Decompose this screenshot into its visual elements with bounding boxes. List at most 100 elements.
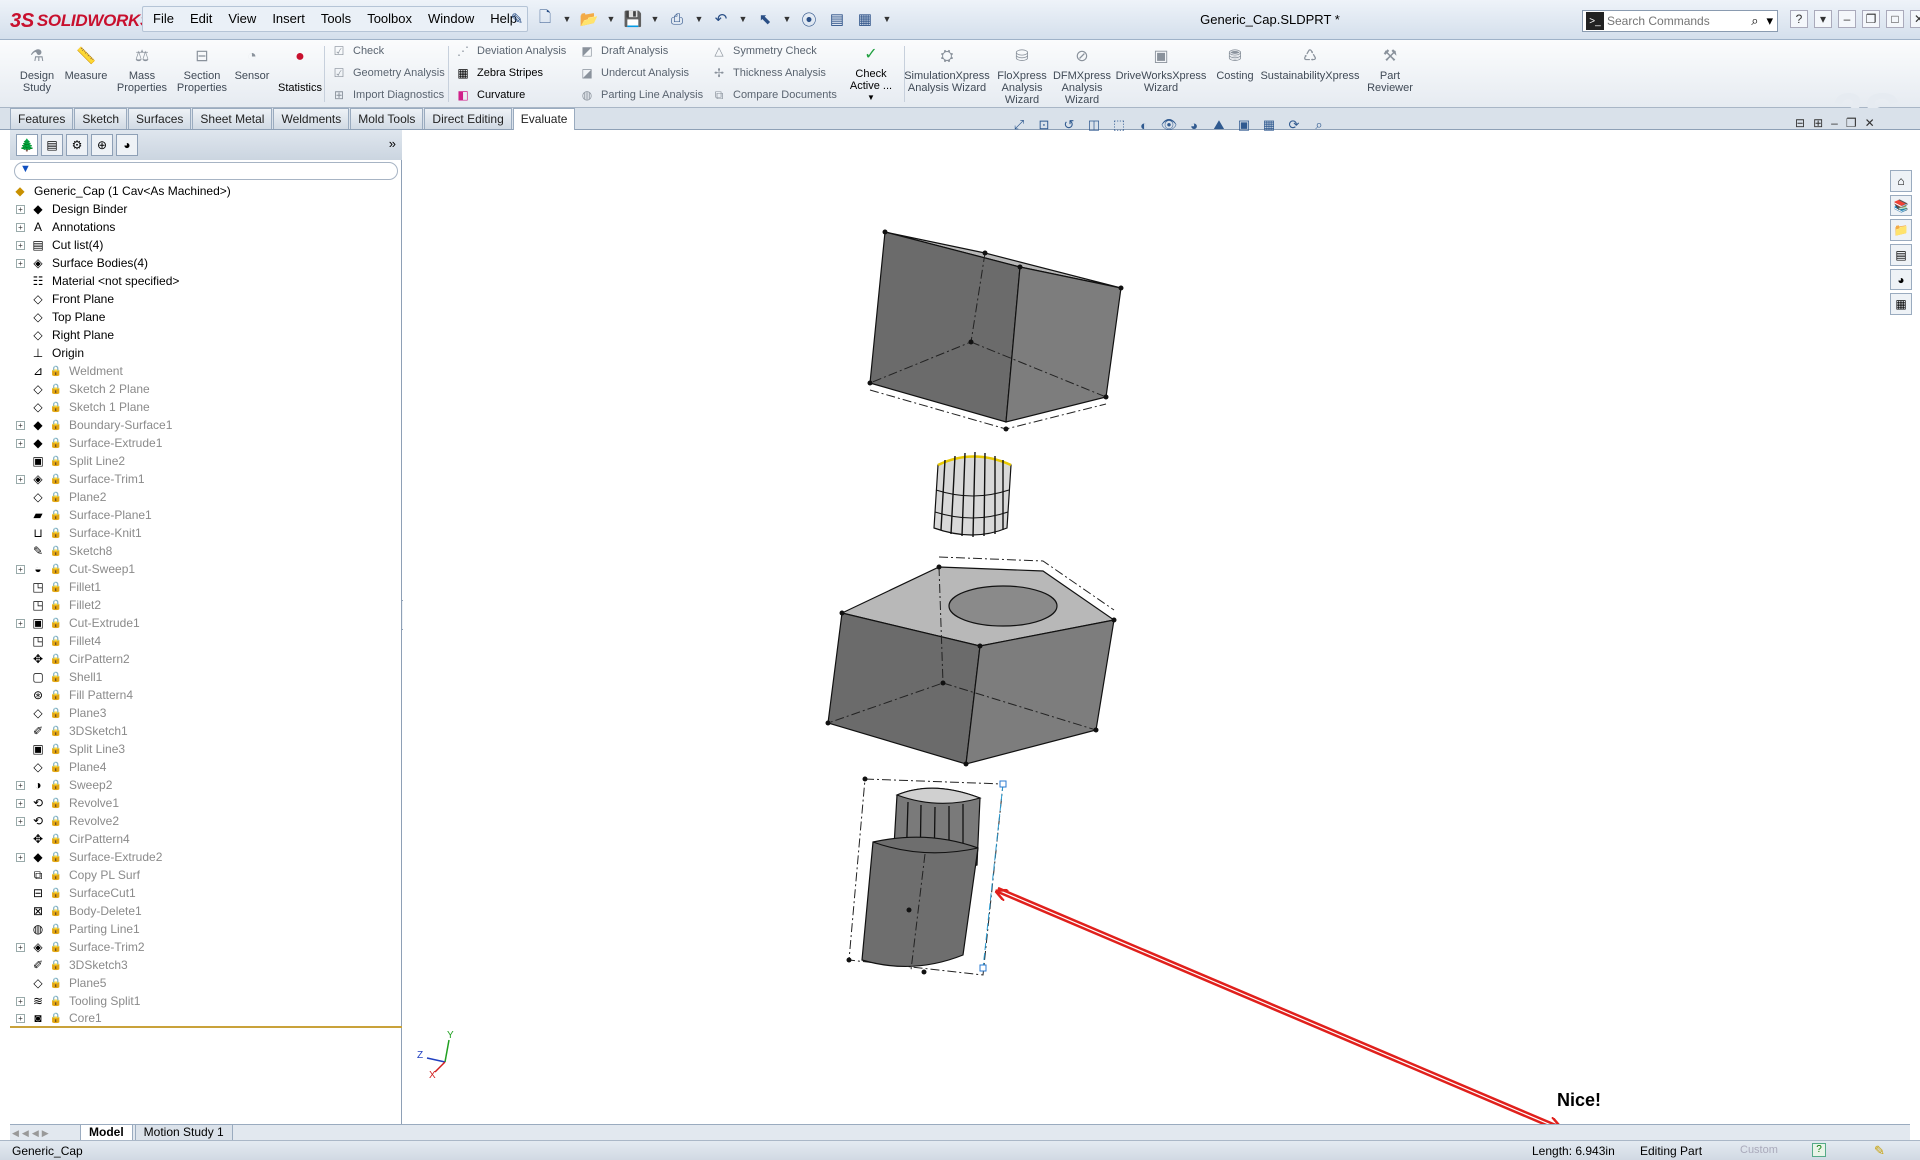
bottom-tab-motion-study-1[interactable]: Motion Study 1 xyxy=(134,1124,233,1140)
tab-weldments[interactable]: Weldments xyxy=(273,108,350,129)
bottom-tab-model[interactable]: Model xyxy=(80,1124,133,1140)
zoom-to-area-icon[interactable]: ⊡ xyxy=(1035,116,1053,134)
tree-item-cut-extrude1[interactable]: + ▣ 🔒 Cut-Extrude1 xyxy=(10,614,402,632)
core-pin[interactable] xyxy=(846,776,1007,976)
tab-sketch[interactable]: Sketch xyxy=(74,108,128,129)
apply-scene-icon[interactable]: ⛰ xyxy=(1210,116,1228,134)
open-folder-icon[interactable]: 📂 xyxy=(578,8,600,30)
parting-line-analysis-button[interactable]: ◍ Parting Line Analysis xyxy=(578,85,703,105)
undo-icon[interactable]: ↶ xyxy=(710,8,732,30)
expand-icon[interactable]: + xyxy=(16,222,25,232)
tree-item-fill-pattern4[interactable]: ⊛ 🔒 Fill Pattern4 xyxy=(10,686,402,704)
tree-item-material-not-specified[interactable]: ☷ Material <not specified> xyxy=(10,272,402,290)
tree-item-plane5[interactable]: ◇ 🔒 Plane5 xyxy=(10,974,402,992)
save-icon[interactable]: 💾 xyxy=(622,8,644,30)
statistics-button[interactable]: ● Statistics xyxy=(274,46,326,95)
tree-item-surface-trim1[interactable]: + ◈ 🔒 Surface-Trim1 xyxy=(10,470,402,488)
expand-icon[interactable]: + xyxy=(16,942,25,952)
split-horizontal-icon[interactable]: ⊟ xyxy=(1795,116,1805,130)
expand-icon[interactable]: + xyxy=(16,258,25,268)
feature-filter-input[interactable]: ▼ xyxy=(14,162,398,180)
help-icon[interactable]: ? xyxy=(1790,10,1808,28)
chevron-down-icon[interactable]: ▼ xyxy=(606,8,616,30)
curvature-button[interactable]: ◧ Curvature xyxy=(454,85,525,105)
help-dropdown-icon[interactable]: ▾ xyxy=(1814,10,1832,28)
tree-item-surface-extrude2[interactable]: + ◆ 🔒 Surface-Extrude2 xyxy=(10,848,402,866)
tree-item-split-line2[interactable]: ▣ 🔒 Split Line2 xyxy=(10,452,402,470)
tree-item-revolve1[interactable]: + ⟲ 🔒 Revolve1 xyxy=(10,794,402,812)
thickness-analysis-button[interactable]: ✢ Thickness Analysis xyxy=(710,63,826,83)
tree-item-surface-plane1[interactable]: ▰ 🔒 Surface-Plane1 xyxy=(10,506,402,524)
expand-icon[interactable]: + xyxy=(16,420,25,430)
expand-icon[interactable]: + xyxy=(16,798,25,808)
tab-mold-tools[interactable]: Mold Tools xyxy=(350,108,424,129)
tree-item-right-plane[interactable]: ◇ Right Plane xyxy=(10,326,402,344)
tree-item-cirpattern4[interactable]: ✥ 🔒 CirPattern4 xyxy=(10,830,402,848)
edit-appearance-icon[interactable]: ◕ xyxy=(1185,116,1203,134)
menu-tools[interactable]: Tools xyxy=(313,7,359,31)
expand-icon[interactable]: + xyxy=(16,438,25,448)
simulationxpress-button[interactable]: ⛭ SimulationXpress Analysis Wizard xyxy=(904,46,990,95)
chevron-down-icon[interactable]: ▼ xyxy=(650,8,660,30)
tree-item-shell1[interactable]: ▢ 🔒 Shell1 xyxy=(10,668,402,686)
split-vertical-icon[interactable]: ⊞ xyxy=(1813,116,1823,130)
new-document-icon[interactable]: 🗋 xyxy=(534,8,556,30)
tab-features[interactable]: Features xyxy=(10,108,74,129)
undercut-analysis-button[interactable]: ◪ Undercut Analysis xyxy=(578,63,689,83)
tree-root-part[interactable]: ◆ Generic_Cap (1 Cav<As Machined>) xyxy=(10,182,402,200)
tree-item-cut-list-4[interactable]: + ▤ Cut list(4) xyxy=(10,236,402,254)
menu-toolbox[interactable]: Toolbox xyxy=(359,7,420,31)
tree-item-core1[interactable]: + ◙ 🔒 Core1 xyxy=(10,1010,402,1028)
sensor-button[interactable]: ◔ Sensor xyxy=(230,46,274,83)
previous-view-icon[interactable]: ↺ xyxy=(1060,116,1078,134)
file-explorer-icon[interactable]: 📁 xyxy=(1890,219,1912,242)
expand-icon[interactable]: + xyxy=(16,1013,25,1023)
tab-scroll-buttons[interactable]: ◀◀◀▶ xyxy=(10,1126,80,1140)
restore-icon[interactable]: ❐ xyxy=(1862,10,1880,28)
search-icon[interactable]: ⌕ xyxy=(1747,13,1762,29)
close-icon[interactable]: ✕ xyxy=(1910,10,1920,28)
solidworks-logo[interactable]: 3S SOLIDWORKS xyxy=(10,9,151,33)
expand-icon[interactable]: + xyxy=(16,816,25,826)
expand-icon[interactable]: + xyxy=(16,780,25,790)
tree-item-surface-trim2[interactable]: + ◈ 🔒 Surface-Trim2 xyxy=(10,938,402,956)
view-palette-icon[interactable]: ▤ xyxy=(1890,244,1912,266)
tree-item-surface-bodies-4[interactable]: + ◈ Surface Bodies(4) xyxy=(10,254,402,272)
tree-item-split-line3[interactable]: ▣ 🔒 Split Line3 xyxy=(10,740,402,758)
display-style-icon[interactable]: ◐ xyxy=(1135,116,1153,134)
tree-item-fillet1[interactable]: ◳ 🔒 Fillet1 xyxy=(10,578,402,596)
tree-item-plane3[interactable]: ◇ 🔒 Plane3 xyxy=(10,704,402,722)
search-commands[interactable]: >_ ⌕ ▾ xyxy=(1582,10,1778,32)
driveworksxpress-button[interactable]: ▣ DriveWorksXpress Wizard xyxy=(1112,46,1210,95)
display-manager-tab-icon[interactable]: ◕ xyxy=(116,134,138,156)
expand-icon[interactable]: + xyxy=(16,996,25,1006)
tree-item-surface-extrude1[interactable]: + ◆ 🔒 Surface-Extrude1 xyxy=(10,434,402,452)
mass-properties-button[interactable]: ⚖ Mass Properties xyxy=(112,46,172,95)
zebra-stripes-button[interactable]: ▦ Zebra Stripes xyxy=(454,63,543,83)
tree-item-body-delete1[interactable]: ⊠ 🔒 Body-Delete1 xyxy=(10,902,402,920)
tree-item-sketch-2-plane[interactable]: ◇ 🔒 Sketch 2 Plane xyxy=(10,380,402,398)
unit-system-selector[interactable]: Custom xyxy=(1740,1144,1778,1156)
view-orientation-icon[interactable]: ⬚ xyxy=(1110,116,1128,134)
file-properties-icon[interactable]: ▤ xyxy=(826,8,848,30)
tree-item-cirpattern2[interactable]: ✥ 🔒 CirPattern2 xyxy=(10,650,402,668)
tab-surfaces[interactable]: Surfaces xyxy=(128,108,192,129)
tree-item-boundary-surface1[interactable]: + ◆ 🔒 Boundary-Surface1 xyxy=(10,416,402,434)
expand-icon[interactable]: + xyxy=(16,474,25,484)
tab-direct-editing[interactable]: Direct Editing xyxy=(424,108,512,129)
check-active-button[interactable]: ✓ Check Active ... ▼ xyxy=(842,44,900,104)
view-table-icon[interactable]: ▦ xyxy=(1260,116,1278,134)
viewport-close-icon[interactable]: ✕ xyxy=(1865,116,1875,130)
menu-file[interactable]: File xyxy=(145,7,182,31)
tab-evaluate[interactable]: Evaluate xyxy=(512,108,576,131)
pin-icon[interactable]: ✎ xyxy=(506,8,528,30)
tree-item-tooling-split1[interactable]: + ≋ 🔒 Tooling Split1 xyxy=(10,992,402,1010)
hide-show-items-icon[interactable]: 👁 xyxy=(1160,116,1178,134)
tree-item-weldment[interactable]: ⊿ 🔒 Weldment xyxy=(10,362,402,380)
feature-manager-tab-icon[interactable]: 🌲 xyxy=(16,134,38,156)
geometry-analysis-button[interactable]: ☑ Geometry Analysis xyxy=(330,63,445,83)
appearances-icon[interactable]: ◕ xyxy=(1890,268,1912,291)
costing-button[interactable]: ⛃ Costing xyxy=(1210,46,1260,83)
graphics-area[interactable]: Y Z X xyxy=(403,130,1890,1124)
zoom-to-fit-icon[interactable]: ⤢ xyxy=(1010,116,1028,134)
